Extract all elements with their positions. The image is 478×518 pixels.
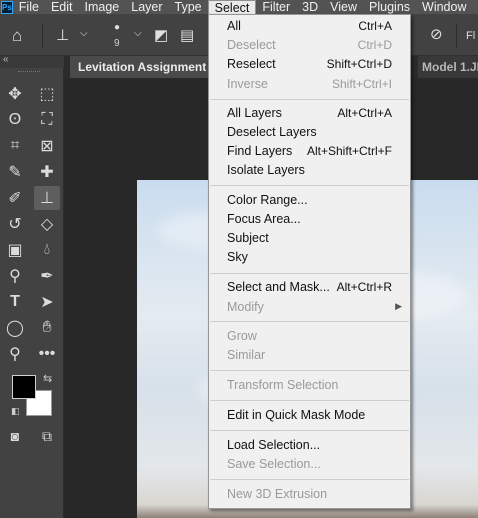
menu-select[interactable]: Select: [207, 0, 257, 15]
quick-mask-icon[interactable]: ◙: [2, 424, 28, 448]
select-menu-dropdown: All Ctrl+A Deselect Ctrl+D Reselect Shif…: [208, 14, 411, 509]
menu-window[interactable]: Window: [416, 0, 472, 14]
submenu-arrow-icon: ▶: [395, 301, 402, 311]
ellipse-tool-icon[interactable]: ◯: [2, 316, 28, 340]
brush-tool-icon[interactable]: ✐: [2, 186, 28, 210]
dodge-tool-icon[interactable]: ⚲: [2, 264, 28, 288]
hand-tool-icon[interactable]: ✋︎: [34, 316, 60, 340]
chevron-down-icon[interactable]: ⌵: [80, 28, 88, 39]
clone-source-icon[interactable]: ▤: [180, 26, 194, 44]
menu-item-all[interactable]: All Ctrl+A: [209, 17, 410, 36]
menu-item-subject[interactable]: Subject: [209, 229, 410, 248]
menu-item-load-selection[interactable]: Load Selection...: [209, 436, 410, 455]
path-selection-tool-icon[interactable]: ➤: [34, 290, 60, 314]
menu-edit[interactable]: Edit: [45, 0, 79, 14]
brush-settings-icon[interactable]: ◩: [154, 26, 168, 44]
type-tool-icon[interactable]: T: [2, 290, 28, 314]
healing-brush-tool-icon[interactable]: ✚: [34, 160, 60, 184]
menu-file[interactable]: File: [13, 0, 45, 14]
menu-separator: [210, 321, 409, 322]
menu-item-deselect[interactable]: Deselect Ctrl+D: [209, 36, 410, 55]
zoom-tool-icon[interactable]: ⚲: [2, 342, 28, 366]
tools-panel: ✥ ⬚ ʘ ⛶ ⌗ ⊠ ✎ ✚ ✐ ⊥ ↺ ◇ ▣ 💧︎ ⚲ ✒ T ➤ ◯ ✋…: [0, 68, 64, 518]
brush-size-value: 9: [114, 38, 120, 49]
menu-item-modify[interactable]: Modify ▶: [209, 298, 410, 317]
eyedropper-tool-icon[interactable]: ✎: [2, 160, 28, 184]
menu-item-save-selection[interactable]: Save Selection...: [209, 455, 410, 474]
options-divider: [42, 24, 43, 48]
menu-item-new-3d-extrusion[interactable]: New 3D Extrusion: [209, 485, 410, 504]
crop-tool-icon[interactable]: ⌗: [2, 134, 28, 158]
menu-3d[interactable]: 3D: [296, 0, 324, 14]
screen-mode-icon[interactable]: ⧉: [34, 424, 60, 448]
menu-separator: [210, 370, 409, 371]
move-tool-icon[interactable]: ✥: [2, 82, 28, 106]
menu-item-sky[interactable]: Sky: [209, 248, 410, 267]
panel-grip[interactable]: [18, 71, 40, 73]
menu-separator: [210, 185, 409, 186]
menu-item-color-range[interactable]: Color Range...: [209, 191, 410, 210]
swap-colors-icon[interactable]: ⇆: [43, 372, 52, 385]
tab-levitation-assignment[interactable]: Levitation Assignment st: [70, 56, 212, 78]
brush-tip-icon[interactable]: ●: [114, 22, 120, 33]
default-colors-icon[interactable]: ◧: [11, 406, 20, 417]
menu-item-edit-in-quick-mask-mode[interactable]: Edit in Quick Mask Mode: [209, 406, 410, 425]
more-tools-icon[interactable]: •••: [34, 342, 60, 366]
menu-item-grow[interactable]: Grow: [209, 327, 410, 346]
lasso-tool-icon[interactable]: ʘ: [2, 108, 28, 132]
menu-separator: [210, 273, 409, 274]
history-brush-tool-icon[interactable]: ↺: [2, 212, 28, 236]
gradient-tool-icon[interactable]: ▣: [2, 238, 28, 262]
menu-item-all-layers[interactable]: All Layers Alt+Ctrl+A: [209, 104, 410, 123]
menu-item-deselect-layers[interactable]: Deselect Layers: [209, 123, 410, 142]
marquee-tool-icon[interactable]: ⬚: [34, 82, 60, 106]
menu-layer[interactable]: Layer: [125, 0, 168, 14]
menu-item-focus-area[interactable]: Focus Area...: [209, 210, 410, 229]
object-selection-tool-icon[interactable]: ⛶: [34, 108, 60, 132]
eraser-tool-icon[interactable]: ◇: [34, 212, 60, 236]
menu-help[interactable]: He: [473, 0, 478, 14]
menu-filter[interactable]: Filter: [256, 0, 296, 14]
menu-image[interactable]: Image: [79, 0, 126, 14]
menu-item-transform-selection[interactable]: Transform Selection: [209, 376, 410, 395]
toolbar-header[interactable]: «: [0, 54, 64, 68]
menu-plugins[interactable]: Plugins: [363, 0, 416, 14]
menu-item-isolate-layers[interactable]: Isolate Layers: [209, 161, 410, 180]
frame-tool-icon[interactable]: ⊠: [34, 134, 60, 158]
menu-separator: [210, 479, 409, 480]
menu-item-similar[interactable]: Similar: [209, 346, 410, 365]
menu-separator: [210, 430, 409, 431]
menu-bar: Ps File Edit Image Layer Type Select Fil…: [0, 0, 478, 15]
blur-tool-icon[interactable]: 💧︎: [34, 238, 60, 262]
menu-separator: [210, 400, 409, 401]
tab-model-1[interactable]: Model 1.JP: [418, 56, 478, 78]
pen-tool-icon[interactable]: ✒: [34, 264, 60, 288]
menu-separator: [210, 99, 409, 100]
photoshop-logo-icon[interactable]: Ps: [1, 0, 13, 14]
clone-stamp-tool-icon[interactable]: ⊥: [34, 186, 60, 210]
menu-type[interactable]: Type: [169, 0, 208, 14]
menu-view[interactable]: View: [324, 0, 363, 14]
airbrush-icon[interactable]: ⊘: [430, 25, 443, 43]
home-icon[interactable]: ⌂: [12, 26, 22, 46]
chevron-down-icon[interactable]: ⌵: [134, 28, 142, 39]
menu-item-inverse[interactable]: Inverse Shift+Ctrl+I: [209, 75, 410, 94]
menu-item-find-layers[interactable]: Find Layers Alt+Shift+Ctrl+F: [209, 142, 410, 161]
collapse-icon[interactable]: «: [3, 54, 9, 65]
clone-stamp-preset-icon[interactable]: ⊥: [56, 26, 69, 44]
foreground-color-swatch[interactable]: [12, 375, 36, 399]
menu-item-reselect[interactable]: Reselect Shift+Ctrl+D: [209, 55, 410, 74]
menu-item-select-and-mask[interactable]: Select and Mask... Alt+Ctrl+R: [209, 278, 410, 297]
options-divider: [456, 24, 457, 48]
flow-label: Fl: [466, 30, 476, 42]
